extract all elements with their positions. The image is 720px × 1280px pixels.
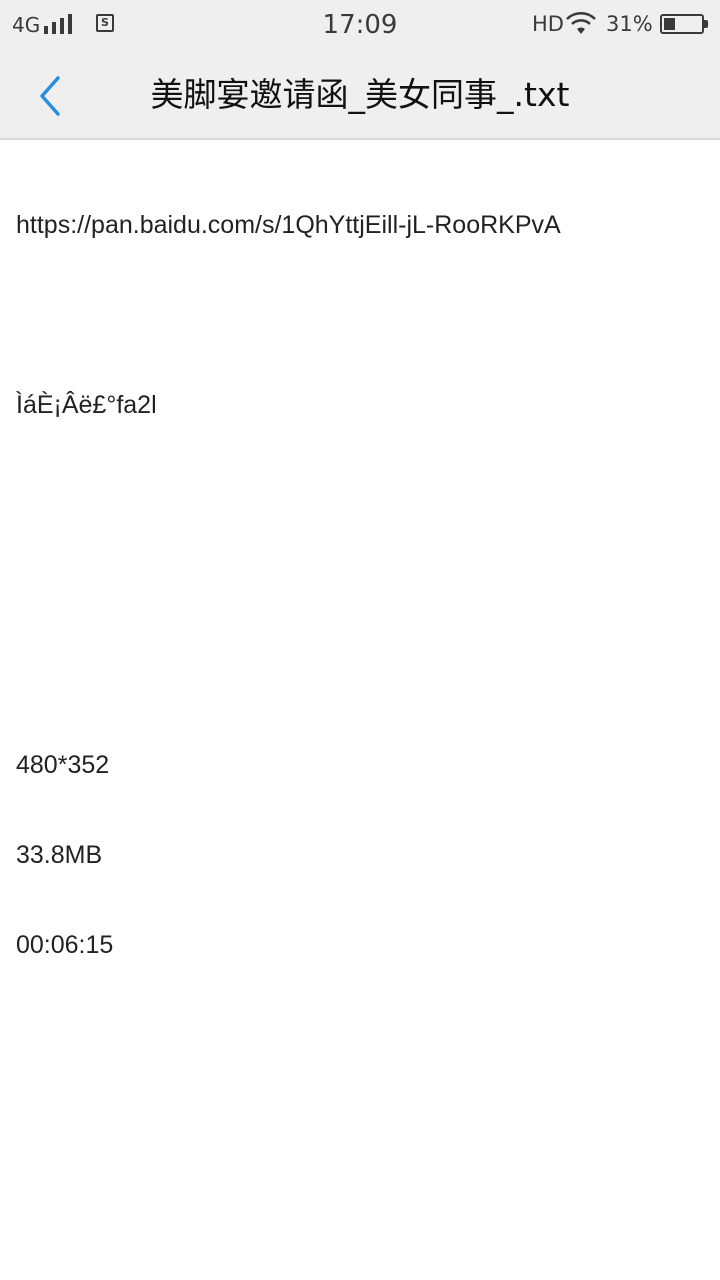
chevron-left-icon [40, 76, 60, 116]
battery-icon [660, 14, 708, 34]
page-title: 美脚宴邀请函_美女同事_.txt [150, 75, 570, 114]
text-line: 33.8MB [16, 841, 103, 869]
text-line [16, 660, 706, 690]
text-line [16, 570, 706, 600]
battery-percentage: 31% [606, 12, 653, 36]
text-line [16, 480, 706, 510]
text-line: 00:06:15 [16, 931, 114, 959]
wifi-icon [566, 12, 596, 34]
back-button[interactable] [28, 68, 72, 124]
hd-indicator: HD [532, 12, 564, 36]
top-bar: 4G S 17:09 HD 31% 美脚宴邀请函_美女同事_.txt [0, 0, 720, 140]
status-bar: 4G S 17:09 HD 31% [0, 0, 720, 50]
text-line: 480*352 [16, 751, 110, 779]
file-content: https://pan.baidu.com/s/1QhYttjEill-jL-R… [16, 150, 706, 990]
text-line: https://pan.baidu.com/s/1QhYttjEill-jL-R… [16, 211, 561, 239]
text-line [16, 300, 706, 330]
text-line: ÌáÈ¡Âë£°fa2l [16, 391, 157, 419]
